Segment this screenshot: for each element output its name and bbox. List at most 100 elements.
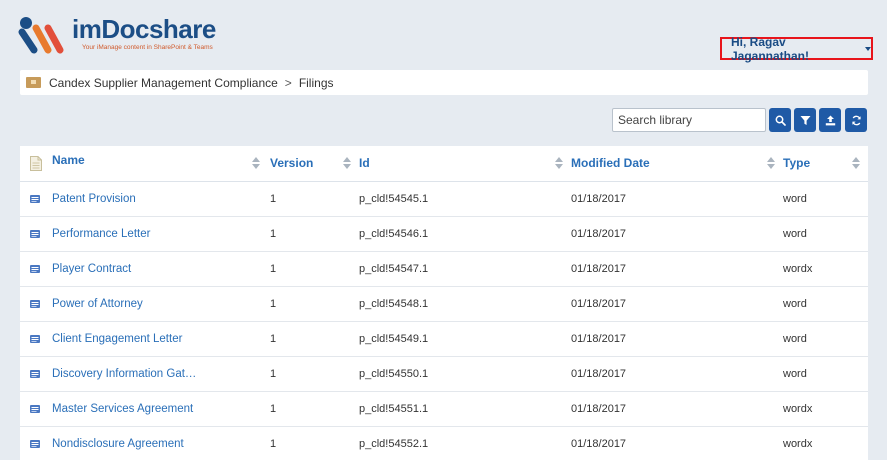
document-modified-date: 01/18/2017 [571, 426, 783, 460]
document-id: p_cld!54547.1 [359, 251, 571, 287]
row-icon-cell [20, 286, 52, 322]
brand-name: imDocshare [72, 14, 216, 44]
row-icon-cell [20, 216, 52, 252]
document-modified-date: 01/18/2017 [571, 391, 783, 427]
document-name-link[interactable]: Patent Provision [52, 193, 136, 205]
logo-mark-icon [18, 17, 64, 54]
sort-icon [343, 157, 351, 170]
header-doc-icon-col [20, 146, 52, 182]
breadcrumb-item-library[interactable]: Candex Supplier Management Compliance [49, 76, 278, 90]
user-menu-button[interactable]: Hi, Ragav Jagannathan! [720, 35, 873, 63]
header-type[interactable]: Type [783, 146, 868, 182]
document-table: Name Version Id Modified Date Type Paten… [20, 146, 868, 460]
document-type: wordx [783, 426, 868, 460]
document-id: p_cld!54546.1 [359, 216, 571, 252]
header-version-label: Version [270, 156, 314, 171]
header-name-label: Name [52, 153, 85, 168]
document-modified-date: 01/18/2017 [571, 251, 783, 287]
sort-icon [252, 157, 260, 170]
header-type-label: Type [783, 156, 811, 171]
document-id: p_cld!54545.1 [359, 181, 571, 217]
breadcrumb-separator: > [284, 75, 292, 90]
word-document-icon [30, 334, 40, 343]
document-type: word [783, 356, 868, 392]
table-row[interactable]: Master Services Agreement 1 p_cld!54551.… [20, 391, 868, 427]
document-version: 1 [268, 321, 359, 357]
document-version: 1 [268, 286, 359, 322]
word-document-icon [30, 299, 40, 308]
breadcrumb: Candex Supplier Management Compliance > … [20, 70, 868, 95]
app-logo: imDocshare Your iManage content in Share… [18, 12, 218, 56]
document-name-link[interactable]: Performance Letter [52, 228, 150, 240]
search-input[interactable] [612, 108, 766, 132]
document-version: 1 [268, 216, 359, 252]
sort-icon [852, 157, 860, 170]
row-icon-cell [20, 251, 52, 287]
header-modified-date[interactable]: Modified Date [571, 146, 783, 182]
row-icon-cell [20, 321, 52, 357]
sort-icon [767, 157, 775, 170]
caret-down-icon [865, 46, 871, 51]
folder-icon [26, 77, 41, 88]
document-name-link[interactable]: Master Services Agreement [52, 403, 193, 415]
document-modified-date: 01/18/2017 [571, 321, 783, 357]
document-name-link[interactable]: Client Engagement Letter [52, 333, 182, 345]
table-row[interactable]: Discovery Information Gat… 1 p_cld!54550… [20, 356, 868, 392]
document-id: p_cld!54551.1 [359, 391, 571, 427]
document-name-link[interactable]: Discovery Information Gat… [52, 368, 196, 380]
upload-button[interactable] [819, 108, 841, 132]
header-id-label: Id [359, 156, 370, 171]
row-icon-cell [20, 356, 52, 392]
row-icon-cell [20, 426, 52, 460]
table-row[interactable]: Player Contract 1 p_cld!54547.1 01/18/20… [20, 251, 868, 287]
table-row[interactable]: Nondisclosure Agreement 1 p_cld!54552.1 … [20, 426, 868, 460]
table-row[interactable]: Power of Attorney 1 p_cld!54548.1 01/18/… [20, 286, 868, 322]
header-id[interactable]: Id [359, 146, 571, 182]
filter-icon [800, 115, 810, 125]
table-row[interactable]: Performance Letter 1 p_cld!54546.1 01/18… [20, 216, 868, 252]
document-type: word [783, 321, 868, 357]
document-type: word [783, 181, 868, 217]
header-modified-label: Modified Date [571, 156, 650, 171]
document-version: 1 [268, 251, 359, 287]
document-name-link[interactable]: Power of Attorney [52, 298, 143, 310]
table-row[interactable]: Client Engagement Letter 1 p_cld!54549.1… [20, 321, 868, 357]
document-modified-date: 01/18/2017 [571, 356, 783, 392]
table-header-row: Name Version Id Modified Date Type [20, 146, 868, 182]
document-name-link[interactable]: Player Contract [52, 263, 131, 275]
document-type: word [783, 216, 868, 252]
document-type: wordx [783, 391, 868, 427]
table-row[interactable]: Patent Provision 1 p_cld!54545.1 01/18/2… [20, 181, 868, 217]
row-icon-cell [20, 181, 52, 217]
filter-button[interactable] [794, 108, 816, 132]
document-id: p_cld!54548.1 [359, 286, 571, 322]
search-button[interactable] [769, 108, 791, 132]
row-icon-cell [20, 391, 52, 427]
document-id: p_cld!54550.1 [359, 356, 571, 392]
header-name[interactable]: Name [52, 146, 268, 182]
document-version: 1 [268, 426, 359, 460]
upload-icon [825, 115, 835, 125]
word-document-icon [30, 404, 40, 413]
refresh-button[interactable] [845, 108, 867, 132]
refresh-icon [851, 115, 861, 125]
search-icon [775, 115, 786, 126]
document-type: word [783, 286, 868, 322]
document-modified-date: 01/18/2017 [571, 286, 783, 322]
word-document-icon [30, 194, 40, 203]
brand-tagline: Your iManage content in SharePoint & Tea… [82, 44, 213, 51]
document-modified-date: 01/18/2017 [571, 181, 783, 217]
document-version: 1 [268, 356, 359, 392]
document-modified-date: 01/18/2017 [571, 216, 783, 252]
breadcrumb-item-current: Filings [298, 75, 334, 90]
document-version: 1 [268, 391, 359, 427]
word-document-icon [30, 439, 40, 448]
sort-icon [555, 157, 563, 170]
document-version: 1 [268, 181, 359, 217]
document-type: wordx [783, 251, 868, 287]
document-id: p_cld!54552.1 [359, 426, 571, 460]
word-document-icon [30, 369, 40, 378]
document-name-link[interactable]: Nondisclosure Agreement [52, 438, 184, 450]
document-id: p_cld!54549.1 [359, 321, 571, 357]
header-version[interactable]: Version [268, 146, 359, 182]
